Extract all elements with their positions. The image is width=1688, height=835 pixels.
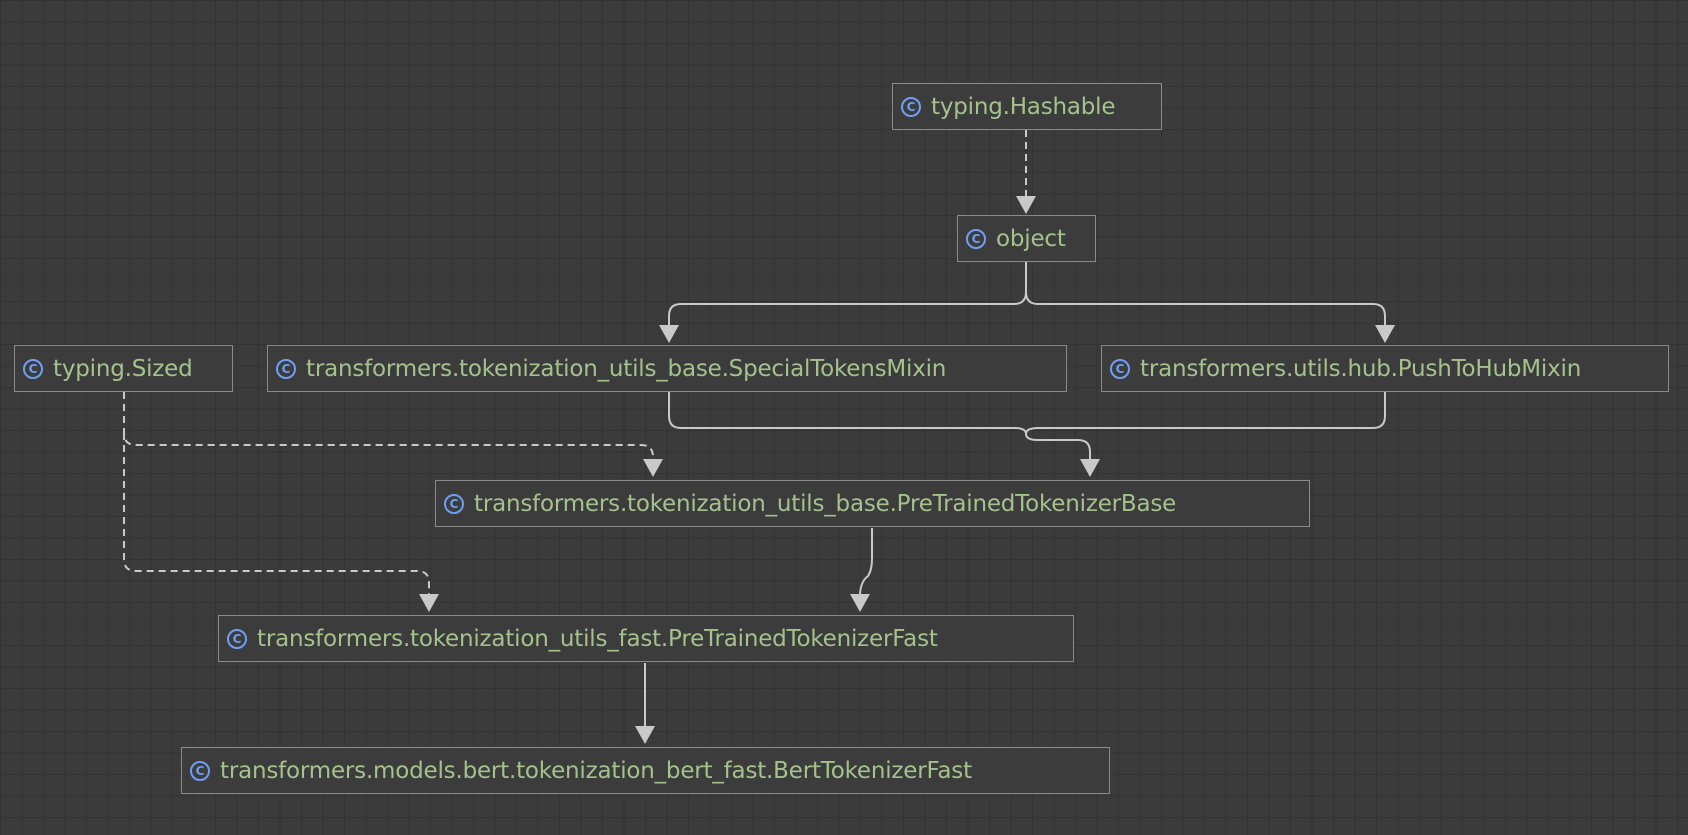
class-icon: C [1110, 358, 1130, 379]
class-label: object [996, 225, 1066, 252]
arrowhead [419, 594, 439, 612]
class-node-special-tokens-mixin[interactable]: C transformers.tokenization_utils_base.S… [267, 345, 1067, 392]
class-node-typing-sized[interactable]: C typing.Sized [14, 345, 233, 392]
arrowhead [1080, 459, 1100, 477]
class-icon: C [227, 628, 247, 649]
edge-sized-fast [123, 433, 430, 596]
class-node-push-to-hub-mixin[interactable]: C transformers.utils.hub.PushToHubMixin [1101, 345, 1669, 392]
class-node-object[interactable]: C object [957, 215, 1096, 262]
edge-sized-base [123, 392, 654, 461]
arrowhead [643, 459, 663, 477]
class-label: typing.Sized [53, 355, 193, 382]
inheritance-edges [123, 130, 1395, 744]
arrowhead [659, 325, 679, 343]
arrowhead [1375, 325, 1395, 343]
edge-object-special [668, 262, 1027, 327]
class-icon: C [23, 358, 43, 379]
arrowhead [635, 726, 655, 744]
class-label: transformers.utils.hub.PushToHubMixin [1140, 355, 1582, 382]
class-label: typing.Hashable [931, 93, 1116, 120]
class-node-bert-tokenizer-fast[interactable]: C transformers.models.bert.tokenization_… [181, 747, 1110, 794]
edge-special-base [668, 392, 1091, 461]
edge-base-fast [859, 528, 873, 597]
class-label: transformers.models.bert.tokenization_be… [220, 757, 972, 784]
class-icon: C [966, 228, 986, 249]
class-label: transformers.tokenization_utils_base.Spe… [306, 355, 947, 382]
class-node-pretrained-tokenizer-fast[interactable]: C transformers.tokenization_utils_fast.P… [218, 615, 1074, 662]
arrowhead [1016, 196, 1036, 214]
class-node-typing-hashable[interactable]: C typing.Hashable [892, 83, 1162, 130]
class-icon: C [444, 493, 464, 514]
edge-pushhub-base [1025, 392, 1386, 435]
class-node-pretrained-tokenizer-base[interactable]: C transformers.tokenization_utils_base.P… [435, 480, 1310, 527]
class-label: transformers.tokenization_utils_base.Pre… [474, 490, 1177, 517]
class-icon: C [190, 760, 210, 781]
class-icon: C [276, 358, 296, 379]
class-label: transformers.tokenization_utils_fast.Pre… [257, 625, 938, 652]
arrowhead [850, 594, 870, 612]
edge-object-pushhub [1025, 291, 1386, 327]
class-icon: C [901, 96, 921, 117]
